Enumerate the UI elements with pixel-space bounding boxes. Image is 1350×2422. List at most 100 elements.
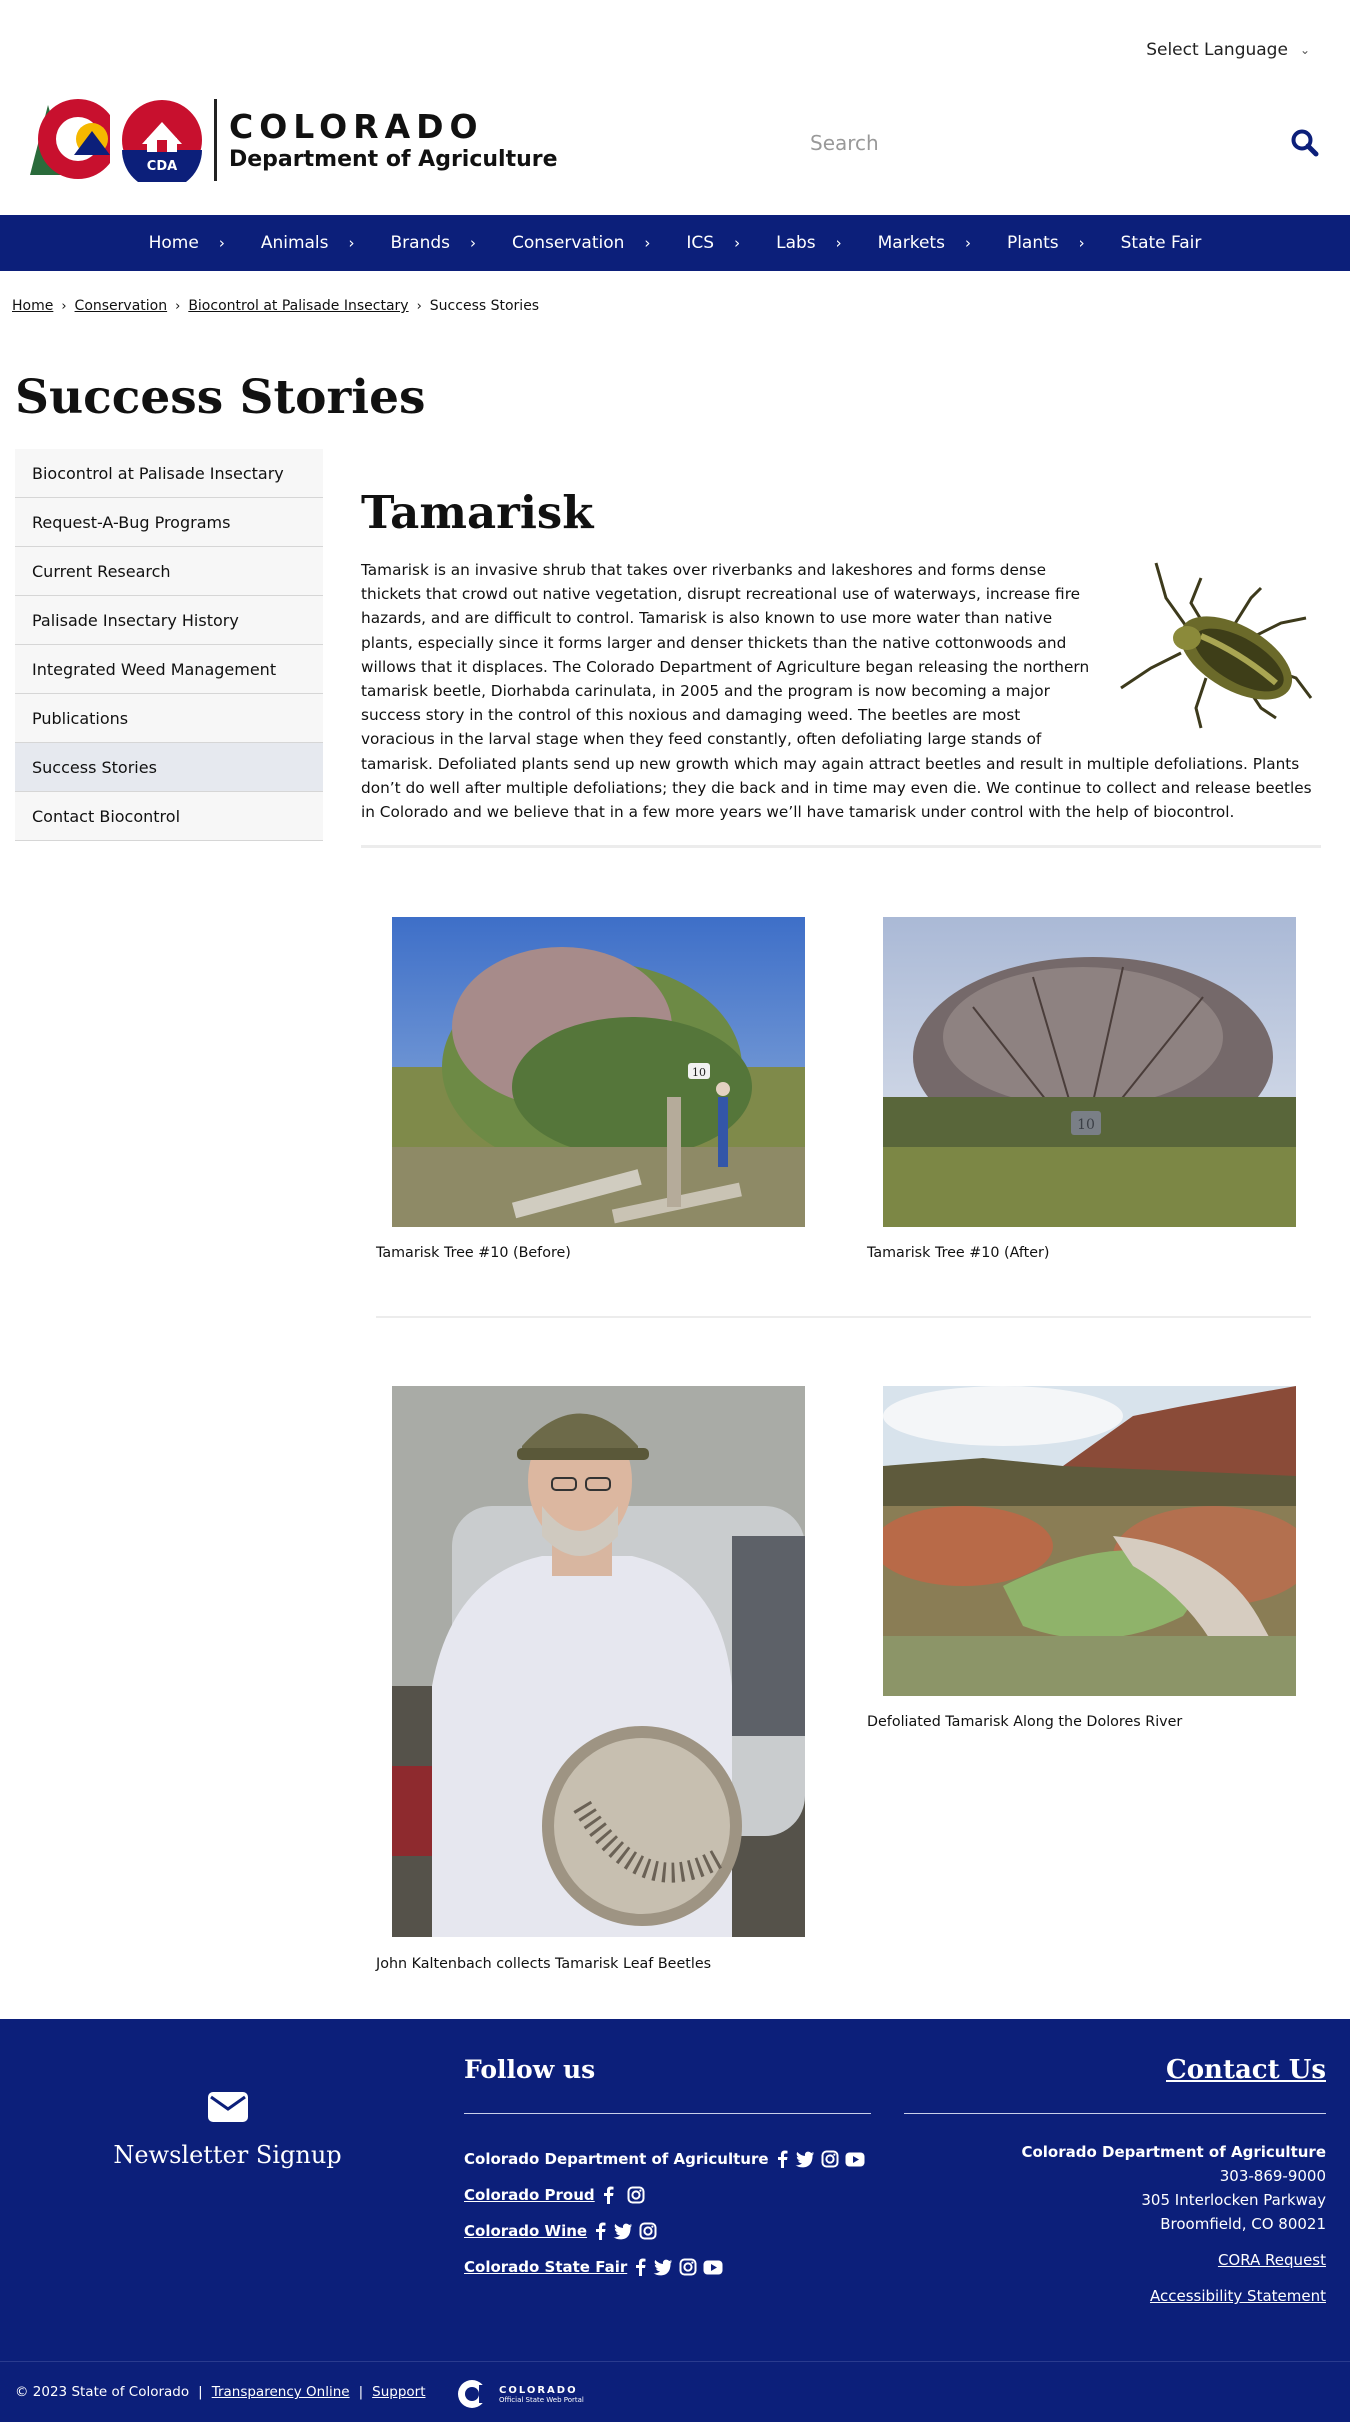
tree-tag-label: 10 xyxy=(692,1066,706,1079)
language-selector[interactable]: Select Language ⌄ xyxy=(1146,40,1310,60)
photo-caption: Tamarisk Tree #10 (After) xyxy=(867,1245,1050,1261)
tamarisk-beetle-image xyxy=(1120,562,1313,729)
social-row-colorado-proud: Colorado Proud xyxy=(464,2186,645,2204)
instagram-icon[interactable] xyxy=(679,2258,697,2276)
nav-label: Markets xyxy=(877,233,945,253)
copyright-text: © 2023 State of Colorado xyxy=(15,2384,190,2400)
envelope-icon xyxy=(207,2092,248,2122)
facebook-icon[interactable] xyxy=(593,2222,607,2240)
page-title: Success Stories xyxy=(15,370,426,425)
newsletter-label: Newsletter Signup xyxy=(113,2141,342,2169)
sidebar-item-publications[interactable]: Publications xyxy=(15,694,323,743)
chevron-right-icon: › xyxy=(644,234,651,252)
nav-label: Labs xyxy=(776,233,816,253)
breadcrumb-home[interactable]: Home xyxy=(12,298,53,314)
facebook-icon[interactable] xyxy=(601,2186,615,2204)
nav-item-state-fair[interactable]: State Fair xyxy=(1103,233,1220,253)
twitter-icon[interactable] xyxy=(613,2223,633,2240)
main-nav: Home › Animals › Brands › Conservation › ICS… xyxy=(0,215,1350,271)
chevron-right-icon: › xyxy=(470,234,476,252)
accessibility-link[interactable]: Accessibility Statement xyxy=(1021,2284,1326,2308)
logo-badge: CDA xyxy=(147,159,177,174)
logo-divider xyxy=(214,99,217,181)
search-bar xyxy=(790,118,1330,168)
breadcrumb-biocontrol[interactable]: Biocontrol at Palisade Insectary xyxy=(188,298,408,314)
support-link[interactable]: Support xyxy=(372,2384,425,2400)
nav-item-labs[interactable]: Labs › xyxy=(758,233,860,253)
sidebar-item-insectary-history[interactable]: Palisade Insectary History xyxy=(15,596,323,645)
chevron-right-icon: › xyxy=(348,234,355,252)
social-org-link[interactable]: Colorado Wine xyxy=(464,2222,587,2240)
search-input[interactable] xyxy=(790,131,1270,155)
newsletter-signup[interactable]: Newsletter Signup xyxy=(0,2091,455,2169)
cora-request-link[interactable]: CORA Request xyxy=(1021,2248,1326,2272)
facebook-icon[interactable] xyxy=(775,2150,789,2168)
portal-subtitle: Official State Web Portal xyxy=(499,2395,584,2404)
twitter-icon[interactable] xyxy=(795,2151,815,2168)
nav-item-conservation[interactable]: Conservation › xyxy=(494,233,668,253)
contact-us-link[interactable]: Contact Us xyxy=(1166,2055,1326,2085)
nav-item-markets[interactable]: Markets › xyxy=(860,233,989,253)
search-icon[interactable] xyxy=(1290,128,1320,158)
nav-item-brands[interactable]: Brands › xyxy=(373,233,495,253)
section-divider xyxy=(376,1316,1311,1318)
nav-item-animals[interactable]: Animals › xyxy=(243,233,373,253)
legal-separator: | xyxy=(358,2384,364,2400)
contact-phone: 303-869-9000 xyxy=(1219,2167,1326,2185)
footer-divider xyxy=(464,2113,871,2114)
section-title: Tamarisk xyxy=(361,486,594,539)
nav-label: ICS xyxy=(686,233,715,253)
social-row-state-fair: Colorado State Fair xyxy=(464,2258,723,2276)
facebook-icon[interactable] xyxy=(633,2258,647,2276)
section-divider xyxy=(361,845,1321,848)
footer-divider xyxy=(0,2361,1350,2362)
tree-tag-label: 10 xyxy=(1077,1117,1095,1133)
state-portal-logo[interactable]: COLORADO Official State Web Portal xyxy=(455,2379,584,2409)
john-kaltenbach-photo[interactable] xyxy=(392,1386,805,1937)
sidebar-item-request-a-bug[interactable]: Request-A-Bug Programs xyxy=(15,498,323,547)
nav-item-plants[interactable]: Plants › xyxy=(989,233,1103,253)
social-org-name: Colorado Department of Agriculture xyxy=(464,2150,769,2168)
nav-label: State Fair xyxy=(1120,233,1202,253)
chevron-right-icon: › xyxy=(964,234,971,252)
chevron-down-icon: ⌄ xyxy=(1299,43,1310,57)
footer-divider xyxy=(904,2113,1326,2114)
sidebar-item-current-research[interactable]: Current Research xyxy=(15,547,323,596)
chevron-right-icon: › xyxy=(734,234,741,252)
instagram-icon[interactable] xyxy=(639,2222,657,2240)
nav-label: Conservation xyxy=(512,233,625,253)
legal-separator: | xyxy=(198,2384,203,2400)
colorado-portal-logo-icon xyxy=(458,2380,493,2408)
footer-legal: © 2023 State of Colorado | Transparency … xyxy=(15,2384,426,2400)
nav-item-home[interactable]: Home › xyxy=(131,233,243,253)
breadcrumb-separator-icon: › xyxy=(416,298,422,314)
nav-label: Plants xyxy=(1006,233,1059,253)
dolores-river-photo[interactable] xyxy=(883,1386,1296,1696)
site-logo[interactable]: CDA COLORADO Department of Agriculture xyxy=(28,95,558,185)
social-row-cda: Colorado Department of Agriculture xyxy=(464,2150,865,2168)
transparency-link[interactable]: Transparency Online xyxy=(212,2384,350,2400)
sidebar-item-weed-management[interactable]: Integrated Weed Management xyxy=(15,645,323,694)
instagram-icon[interactable] xyxy=(627,2186,645,2204)
chevron-right-icon: › xyxy=(835,234,842,252)
breadcrumb-conservation[interactable]: Conservation xyxy=(75,298,168,314)
twitter-icon[interactable] xyxy=(653,2259,673,2276)
sidebar-item-biocontrol[interactable]: Biocontrol at Palisade Insectary xyxy=(15,449,323,498)
instagram-icon[interactable] xyxy=(821,2150,839,2168)
youtube-icon[interactable] xyxy=(845,2152,865,2167)
sidebar-item-success-stories[interactable]: Success Stories xyxy=(15,743,323,792)
logo-title: COLORADO xyxy=(229,106,484,146)
language-label: Select Language xyxy=(1146,40,1288,60)
nav-label: Brands xyxy=(390,233,451,253)
youtube-icon[interactable] xyxy=(703,2260,723,2275)
social-org-link[interactable]: Colorado Proud xyxy=(464,2186,595,2204)
logo-subtitle: Department of Agriculture xyxy=(229,146,558,172)
sidebar-item-contact-biocontrol[interactable]: Contact Biocontrol xyxy=(15,792,323,841)
social-org-link[interactable]: Colorado State Fair xyxy=(464,2258,627,2276)
nav-item-ics[interactable]: ICS › xyxy=(668,233,758,253)
portal-title: COLORADO xyxy=(499,2384,578,2396)
contact-street: 305 Interlocken Parkway xyxy=(1141,2191,1326,2209)
tamarisk-before-photo[interactable]: 10 xyxy=(392,917,805,1227)
tamarisk-after-photo[interactable]: 10 xyxy=(883,917,1296,1227)
colorado-c-logo-icon xyxy=(30,99,118,179)
